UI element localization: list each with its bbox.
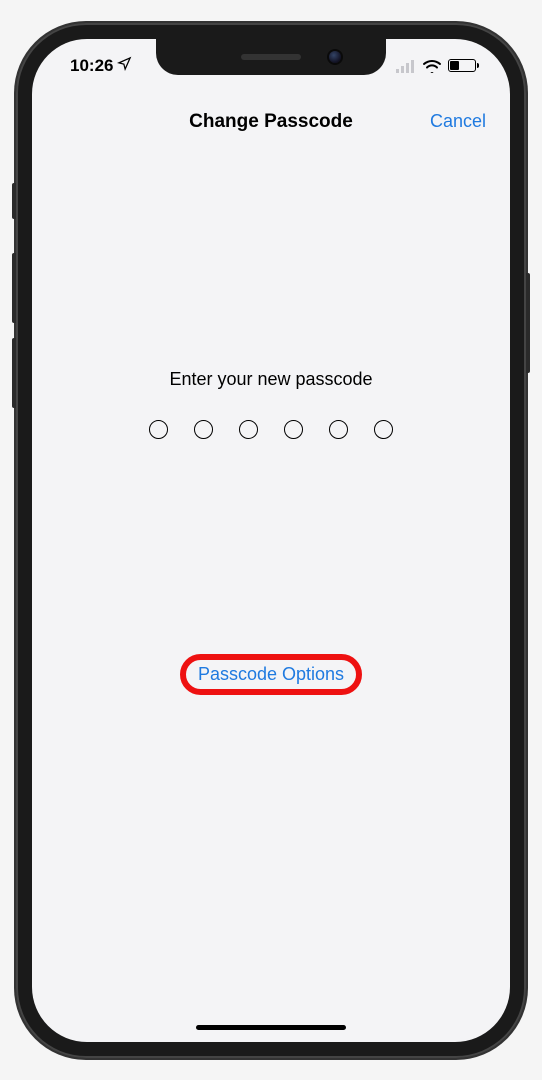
status-right	[396, 59, 480, 73]
passcode-dots	[149, 420, 393, 439]
passcode-dot[interactable]	[194, 420, 213, 439]
passcode-prompt: Enter your new passcode	[169, 369, 372, 390]
volume-down-button	[12, 338, 16, 408]
front-camera-icon	[329, 51, 341, 63]
status-left: 10:26	[62, 56, 132, 76]
mute-switch	[12, 183, 16, 219]
screen: 10:26	[32, 39, 510, 1042]
passcode-options-highlight: Passcode Options	[198, 664, 344, 685]
battery-icon	[448, 59, 476, 72]
battery-fill	[450, 61, 459, 70]
passcode-dot[interactable]	[149, 420, 168, 439]
page-title: Change Passcode	[189, 111, 353, 133]
notch	[156, 39, 386, 75]
passcode-dot[interactable]	[239, 420, 258, 439]
cancel-button[interactable]: Cancel	[430, 111, 486, 132]
content: Enter your new passcode Passcode Options	[32, 149, 510, 1042]
home-indicator[interactable]	[196, 1025, 346, 1030]
passcode-options-button[interactable]: Passcode Options	[198, 664, 344, 685]
passcode-dot[interactable]	[284, 420, 303, 439]
status-time: 10:26	[70, 56, 113, 76]
wifi-icon	[422, 59, 442, 73]
speaker-grille	[241, 54, 301, 60]
volume-up-button	[12, 253, 16, 323]
passcode-dot[interactable]	[329, 420, 348, 439]
power-button	[526, 273, 530, 373]
location-arrow-icon	[117, 56, 132, 76]
passcode-dot[interactable]	[374, 420, 393, 439]
cellular-signal-icon	[396, 59, 416, 73]
nav-bar: Change Passcode Cancel	[32, 97, 510, 147]
phone-frame: 10:26	[16, 23, 526, 1058]
